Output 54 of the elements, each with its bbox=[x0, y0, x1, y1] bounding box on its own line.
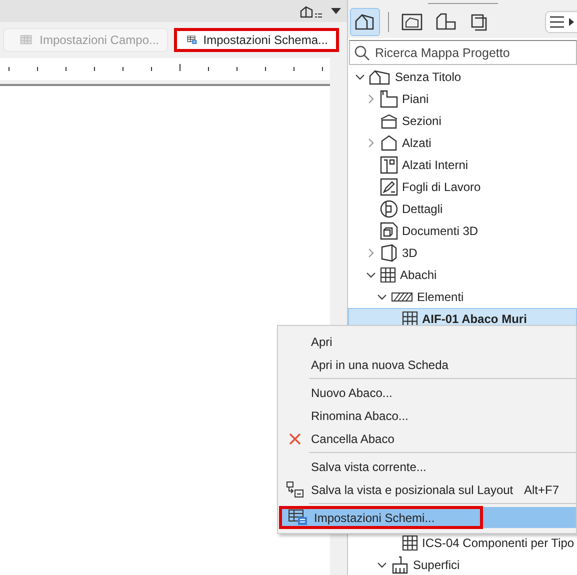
search-icon bbox=[354, 45, 370, 61]
project-map-button[interactable] bbox=[350, 8, 380, 36]
box-icon bbox=[380, 244, 398, 262]
document-3d-icon bbox=[380, 222, 398, 240]
chevron-right-icon[interactable] bbox=[368, 138, 374, 148]
chevron-down-icon[interactable] bbox=[366, 272, 376, 278]
tree-item[interactable]: Elementi bbox=[348, 286, 577, 308]
tree-item[interactable]: Sezioni bbox=[348, 110, 577, 132]
interior-elevation-icon bbox=[380, 156, 398, 174]
table-icon bbox=[402, 535, 418, 551]
elevation-icon bbox=[380, 135, 398, 151]
search-field[interactable]: Ricerca Mappa Progetto bbox=[349, 40, 577, 65]
menu-item[interactable]: Rinomina Abaco... bbox=[279, 404, 575, 427]
view-map-icon[interactable] bbox=[299, 5, 325, 19]
section-icon bbox=[380, 113, 398, 129]
house-icon bbox=[369, 69, 391, 85]
tree-item[interactable]: Piani bbox=[348, 88, 577, 110]
dropdown-arrow-icon[interactable] bbox=[331, 8, 341, 14]
framed-house-icon bbox=[401, 12, 423, 32]
hatch-icon bbox=[391, 292, 413, 302]
tree-item[interactable]: Fogli di Lavoro bbox=[348, 176, 577, 198]
detail-icon bbox=[380, 200, 398, 218]
layout-icon bbox=[435, 12, 457, 32]
tree-item[interactable]: Alzati Interni bbox=[348, 154, 577, 176]
table-settings-icon bbox=[288, 509, 308, 526]
floor-plan-icon bbox=[380, 90, 398, 108]
chevron-down-icon[interactable] bbox=[355, 74, 365, 80]
menu-item[interactable]: Cancella Abaco bbox=[279, 427, 575, 450]
brush-icon bbox=[391, 556, 409, 574]
place-view-icon bbox=[286, 480, 304, 498]
menu-item[interactable]: Salva la vista e posizionala sul Layout Alt+F7 bbox=[279, 478, 575, 501]
close-icon bbox=[289, 432, 301, 444]
tree-item[interactable]: Alzati bbox=[348, 132, 577, 154]
worksheet-icon bbox=[380, 178, 398, 196]
tree-item[interactable]: Superfici bbox=[348, 554, 577, 575]
menu-button[interactable] bbox=[545, 11, 577, 33]
house-icon bbox=[354, 12, 376, 32]
tree-item[interactable]: Dettagli bbox=[348, 198, 577, 220]
menu-item[interactable]: Apri bbox=[279, 330, 575, 353]
tree-item[interactable]: 3D bbox=[348, 242, 577, 264]
tree-item[interactable]: Documenti 3D bbox=[348, 220, 577, 242]
menu-item[interactable]: Nuovo Abaco... bbox=[279, 381, 575, 404]
tree-item[interactable]: ICS-04 Componenti per Tipo bbox=[348, 532, 577, 554]
menu-item[interactable]: Salva vista corrente... bbox=[279, 455, 575, 478]
settings-tab[interactable]: Impostazioni Schema... bbox=[174, 28, 339, 52]
menu-item[interactable]: Apri in una nuova Scheda bbox=[279, 353, 575, 376]
tree-item[interactable]: Abachi bbox=[348, 264, 577, 286]
chevron-right-icon[interactable] bbox=[368, 248, 374, 258]
chevron-down-icon[interactable] bbox=[377, 562, 387, 568]
table-icon bbox=[380, 267, 396, 283]
chevron-down-icon[interactable] bbox=[377, 294, 387, 300]
chevron-right-icon[interactable] bbox=[368, 94, 374, 104]
tree-item[interactable]: Senza Titolo bbox=[348, 66, 577, 88]
table-icon bbox=[402, 311, 418, 327]
